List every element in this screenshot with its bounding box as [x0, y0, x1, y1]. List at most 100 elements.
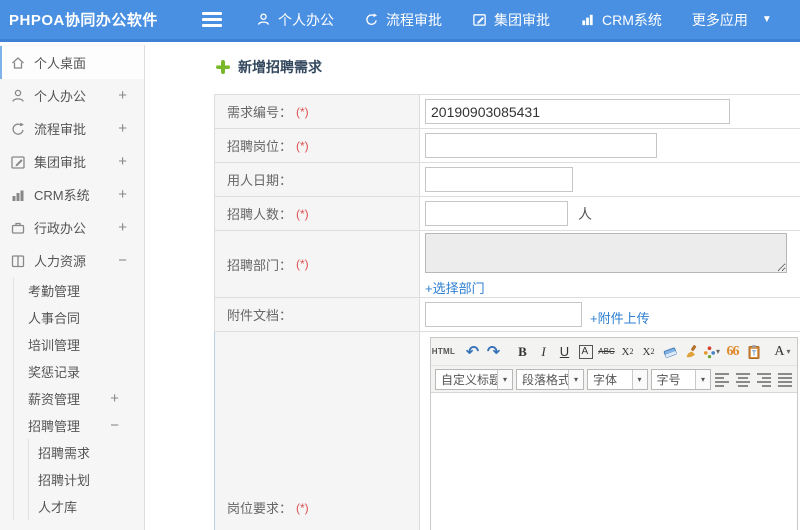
page-title: 新增招聘需求: [238, 59, 322, 75]
redo-button[interactable]: ↷: [485, 342, 502, 362]
form-row-attachment: 附件文档： +附件上传: [214, 298, 800, 332]
custom-heading-dropdown[interactable]: 自定义标题 ▾: [435, 368, 513, 390]
hr-submenu: 考勤管理 人事合同 培训管理 奖惩记录 薪资管理 + 招聘管理 − 招聘需求 招…: [13, 277, 144, 520]
sidebar-item-talent-pool[interactable]: 人才库: [29, 493, 144, 520]
paste-clipboard-icon[interactable]: T: [745, 342, 762, 362]
position-input[interactable]: [425, 133, 657, 158]
attachment-upload-link[interactable]: +附件上传: [590, 308, 650, 327]
topbar-nav: 个人办公 流程审批 集团审批 CRM系统 更多应用 ▼: [256, 10, 772, 30]
blockquote-button[interactable]: 66: [724, 342, 741, 362]
attachment-input[interactable]: [425, 302, 582, 327]
select-department-link[interactable]: +选择部门: [425, 278, 485, 297]
form-row-hire-date: 用人日期：: [214, 163, 800, 197]
hire-date-input[interactable]: [425, 167, 573, 192]
form-row-headcount: 招聘人数： (*) 人: [214, 197, 800, 231]
sidebar-item-crm-system[interactable]: CRM系统 +: [0, 178, 144, 211]
align-justify-icon[interactable]: [777, 371, 793, 387]
editor-content-area[interactable]: [431, 393, 797, 530]
sidebar-item-salary[interactable]: 薪资管理 +: [14, 385, 144, 412]
sidebar-item-human-resources[interactable]: 人力资源 −: [0, 244, 144, 277]
chart-icon: [10, 187, 26, 203]
sidebar-item-recruit-plan[interactable]: 招聘计划: [29, 466, 144, 493]
sidebar-item-group-approval[interactable]: 集团审批 +: [0, 145, 144, 178]
label-text: 招聘部门：: [227, 257, 293, 273]
sidebar-item-training[interactable]: 培训管理: [14, 331, 144, 358]
superscript-button[interactable]: X2: [619, 342, 636, 362]
expand-plus-icon[interactable]: +: [118, 186, 127, 203]
field-label: 岗位要求： (*): [215, 332, 420, 530]
font-color-button[interactable]: A ▾: [774, 342, 791, 362]
align-left-icon[interactable]: [714, 371, 730, 387]
required-mark: (*): [296, 257, 309, 271]
subscript-button[interactable]: X2: [640, 342, 657, 362]
collapse-minus-icon[interactable]: −: [110, 417, 119, 434]
caret-down-icon[interactable]: ▼: [762, 14, 772, 25]
color-palette-icon[interactable]: ▾: [703, 342, 720, 362]
collapse-minus-icon[interactable]: −: [118, 252, 127, 269]
expand-plus-icon[interactable]: +: [118, 219, 127, 236]
sidebar-item-personal-desktop[interactable]: 个人桌面: [0, 46, 144, 79]
headcount-input[interactable]: [425, 201, 568, 226]
nav-crm-system[interactable]: CRM系统: [580, 10, 662, 30]
caret-down-icon: ▾: [631, 369, 647, 389]
expand-plus-icon[interactable]: +: [118, 153, 127, 170]
font-size-dropdown[interactable]: 字号 ▾: [650, 368, 711, 390]
html-source-button[interactable]: HTML: [432, 342, 455, 362]
field-label: 需求编号： (*): [215, 95, 420, 128]
app-title: PHPOA协同办公软件: [9, 12, 158, 29]
caret-down-icon: ▾: [497, 369, 512, 389]
label-text: 附件文档：: [227, 308, 293, 323]
strikethrough-button[interactable]: ABC: [598, 342, 615, 362]
expand-plus-icon[interactable]: +: [110, 390, 119, 407]
underline-button[interactable]: U: [556, 342, 573, 362]
format-brush-icon[interactable]: [682, 342, 699, 362]
sidebar-item-label: 行政办公: [34, 221, 87, 236]
sidebar-item-label: 个人办公: [34, 89, 87, 104]
sidebar-item-admin-office[interactable]: 行政办公 +: [0, 211, 144, 244]
sidebar-item-label: 集团审批: [34, 155, 87, 170]
font-family-dropdown[interactable]: 字体 ▾: [587, 368, 648, 390]
font-style-button[interactable]: A: [578, 344, 593, 359]
sidebar-item-rewards[interactable]: 奖惩记录: [14, 358, 144, 385]
dropdown-label: 字体: [593, 372, 618, 387]
cycle-icon: [10, 121, 26, 137]
align-right-icon[interactable]: [756, 371, 772, 387]
caret-down-icon: ▾: [568, 369, 583, 389]
sidebar-item-label: 薪资管理: [28, 392, 81, 407]
svg-text:T: T: [751, 350, 756, 357]
undo-button[interactable]: ↶: [464, 342, 481, 362]
align-center-icon[interactable]: [735, 371, 751, 387]
sidebar-item-workflow-approval[interactable]: 流程审批 +: [0, 112, 144, 145]
eraser-icon[interactable]: [661, 342, 678, 362]
nav-personal-office[interactable]: 个人办公: [256, 10, 334, 30]
bold-button[interactable]: B: [514, 342, 531, 362]
field-label: 附件文档：: [215, 298, 420, 331]
form-row-position: 招聘岗位： (*): [214, 129, 800, 163]
nav-workflow-approval[interactable]: 流程审批: [364, 10, 442, 30]
main-content: 新增招聘需求 需求编号： (*) 招聘岗位： (*) 用人日期：: [146, 42, 800, 530]
nav-more-apps[interactable]: 更多应用: [692, 10, 748, 30]
sidebar-item-hr-contract[interactable]: 人事合同: [14, 304, 144, 331]
edit-icon: [472, 12, 487, 27]
expand-plus-icon[interactable]: +: [118, 87, 127, 104]
cycle-icon: [364, 12, 379, 27]
expand-plus-icon[interactable]: +: [118, 120, 127, 137]
sidebar-item-recruit-demand[interactable]: 招聘需求: [29, 439, 144, 466]
paragraph-format-dropdown[interactable]: 段落格式 ▾: [516, 368, 584, 390]
chart-icon: [580, 12, 595, 27]
editor-toolbar-row2: 自定义标题 ▾ 段落格式 ▾ 字体 ▾ 字号 ▾: [431, 366, 797, 393]
sidebar-item-attendance[interactable]: 考勤管理: [14, 277, 144, 304]
person-icon: [256, 12, 271, 27]
department-textarea[interactable]: [425, 233, 787, 273]
label-text: 招聘岗位：: [227, 139, 293, 154]
sidebar-item-label: 人才库: [38, 500, 78, 515]
demand-number-input[interactable]: [425, 99, 730, 124]
hamburger-menu-icon[interactable]: [202, 12, 222, 27]
sidebar-item-personal-office[interactable]: 个人办公 +: [0, 79, 144, 112]
sidebar-item-recruitment[interactable]: 招聘管理 −: [14, 412, 144, 439]
italic-button[interactable]: I: [535, 342, 552, 362]
nav-group-approval[interactable]: 集团审批: [472, 10, 550, 30]
form-row-department: 招聘部门： (*) +选择部门: [214, 231, 800, 298]
field-label: 招聘人数： (*): [215, 197, 420, 230]
sidebar-item-label: 培训管理: [28, 338, 81, 353]
